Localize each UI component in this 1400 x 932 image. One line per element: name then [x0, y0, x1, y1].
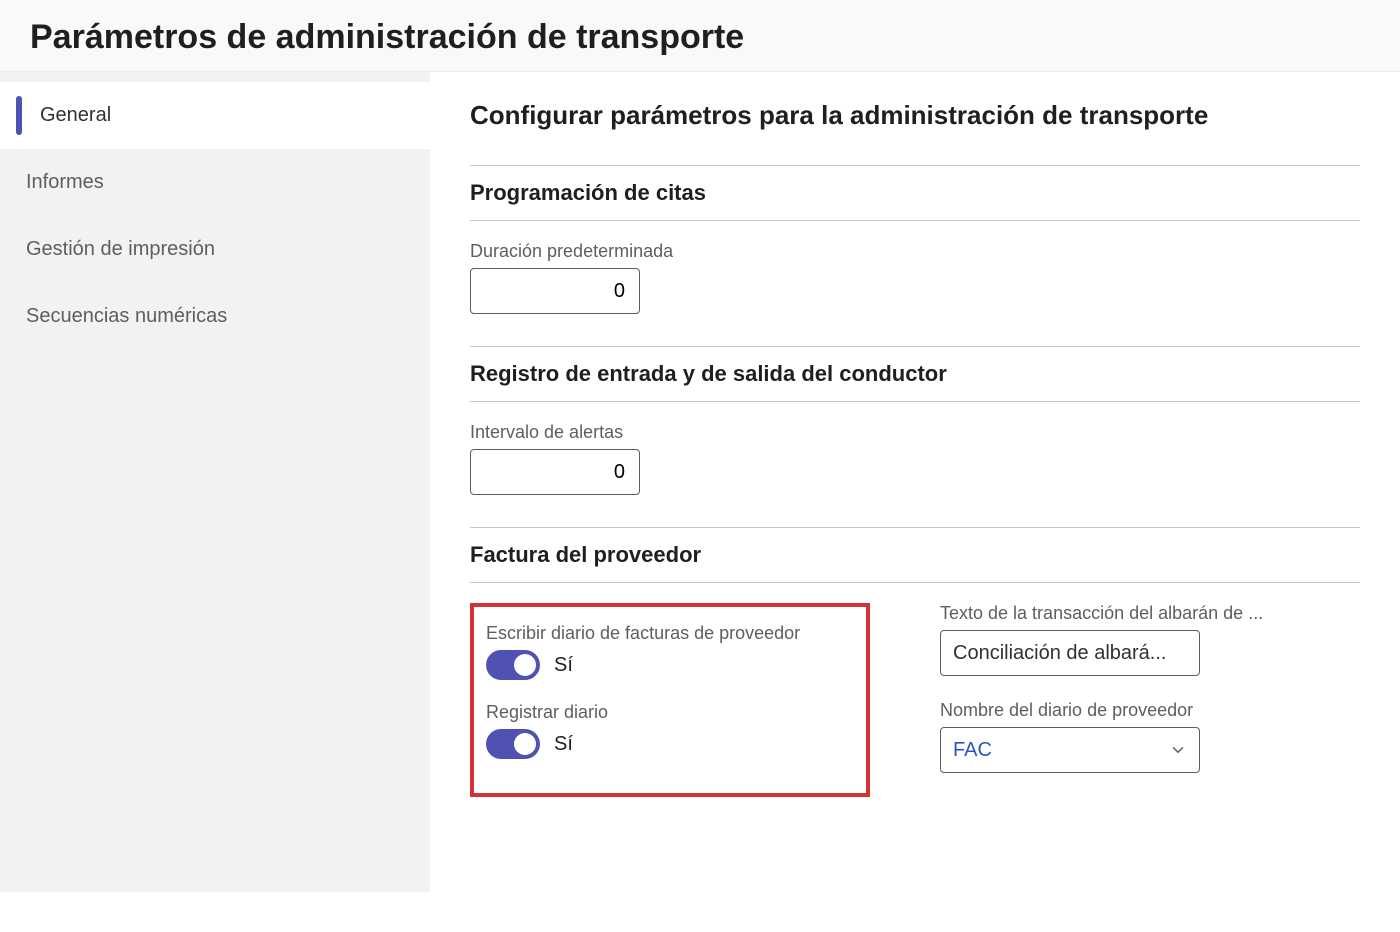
duracion-predeterminada-input[interactable]	[470, 268, 640, 314]
field-nombre-diario: Nombre del diario de proveedor FAC	[940, 700, 1263, 773]
sidebar-item-label: General	[26, 104, 111, 126]
section-title: Programación de citas	[470, 180, 1360, 221]
page-title: Parámetros de administración de transpor…	[30, 18, 1370, 57]
content-area: General Informes Gestión de impresión Se…	[0, 72, 1400, 892]
intervalo-label: Intervalo de alertas	[470, 422, 1360, 443]
sidebar: General Informes Gestión de impresión Se…	[0, 72, 430, 892]
toggle-row: Sí	[486, 729, 852, 759]
escribir-diario-label: Escribir diario de facturas de proveedor	[486, 623, 852, 644]
section-programacion-citas: Programación de citas Duración predeterm…	[470, 165, 1360, 338]
nombre-diario-label: Nombre del diario de proveedor	[940, 700, 1263, 721]
section-factura-proveedor: Factura del proveedor Escribir diario de…	[470, 527, 1360, 797]
intervalo-alertas-input[interactable]	[470, 449, 640, 495]
escribir-diario-state: Sí	[554, 654, 573, 677]
sidebar-item-secuencias-numericas[interactable]: Secuencias numéricas	[0, 283, 430, 350]
main-title: Configurar parámetros para la administra…	[470, 100, 1360, 131]
toggle-knob	[514, 733, 536, 755]
page-header: Parámetros de administración de transpor…	[0, 0, 1400, 72]
texto-transaccion-label: Texto de la transacción del albarán de .…	[940, 603, 1263, 624]
main-panel: Configurar parámetros para la administra…	[430, 72, 1400, 892]
sidebar-item-label: Informes	[26, 171, 104, 193]
sidebar-item-label: Secuencias numéricas	[26, 305, 227, 327]
sidebar-item-informes[interactable]: Informes	[0, 149, 430, 216]
nombre-diario-value: FAC	[953, 739, 992, 762]
sidebar-item-gestion-impresion[interactable]: Gestión de impresión	[0, 216, 430, 283]
field-registrar-diario: Registrar diario Sí	[486, 702, 852, 759]
registrar-diario-state: Sí	[554, 733, 573, 756]
texto-transaccion-input[interactable]: Conciliación de albará...	[940, 630, 1200, 676]
field-texto-transaccion: Texto de la transacción del albarán de .…	[940, 603, 1263, 676]
escribir-diario-toggle[interactable]	[486, 650, 540, 680]
section-title: Factura del proveedor	[470, 542, 1360, 583]
factura-two-col: Escribir diario de facturas de proveedor…	[470, 603, 1360, 797]
toggle-row: Sí	[486, 650, 852, 680]
factura-right-column: Texto de la transacción del albarán de .…	[940, 603, 1263, 797]
section-title: Registro de entrada y de salida del cond…	[470, 361, 1360, 402]
registrar-diario-label: Registrar diario	[486, 702, 852, 723]
toggle-knob	[514, 654, 536, 676]
chevron-down-icon	[1169, 741, 1187, 759]
texto-transaccion-value: Conciliación de albará...	[953, 642, 1166, 665]
sidebar-item-label: Gestión de impresión	[26, 238, 215, 260]
duracion-label: Duración predeterminada	[470, 241, 1360, 262]
nombre-diario-dropdown[interactable]: FAC	[940, 727, 1200, 773]
sidebar-item-general[interactable]: General	[0, 82, 430, 149]
section-registro-conductor: Registro de entrada y de salida del cond…	[470, 346, 1360, 519]
field-escribir-diario: Escribir diario de facturas de proveedor…	[486, 623, 852, 680]
registrar-diario-toggle[interactable]	[486, 729, 540, 759]
highlighted-toggle-group: Escribir diario de facturas de proveedor…	[470, 603, 870, 797]
